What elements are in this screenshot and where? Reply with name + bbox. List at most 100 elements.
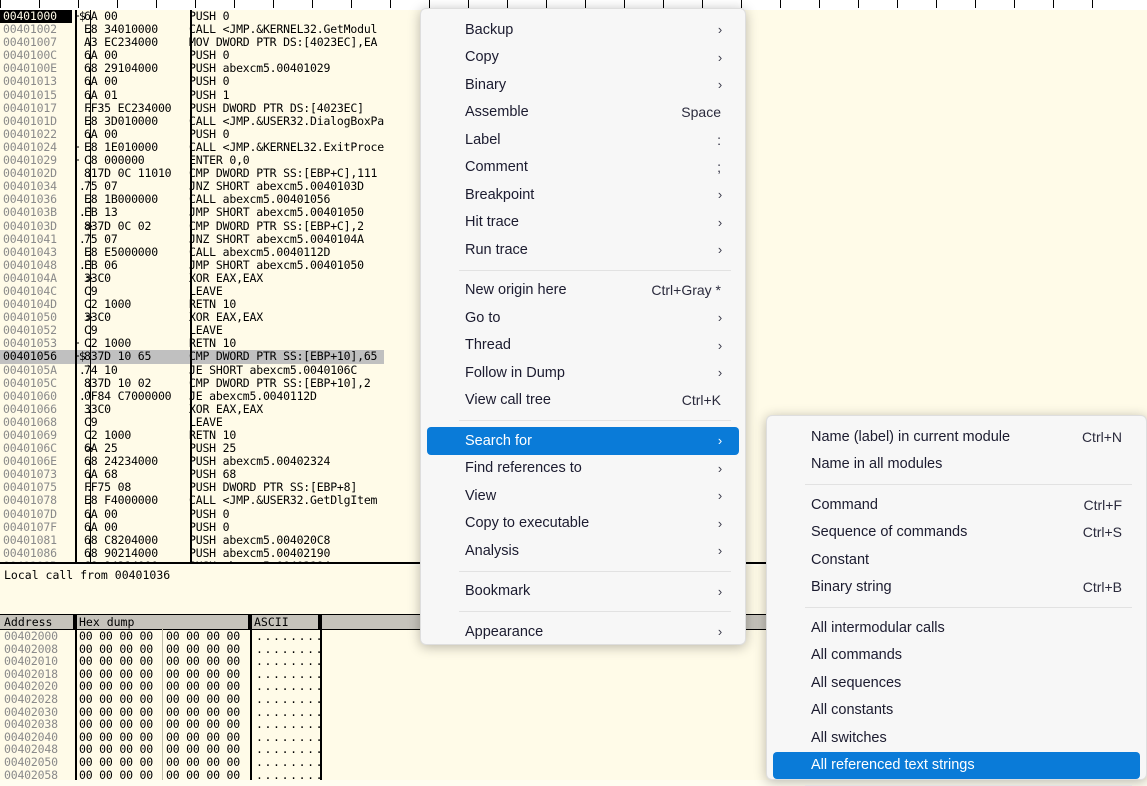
menu-item-binary[interactable]: Binary › xyxy=(427,71,739,99)
menu-item-appearance[interactable]: Appearance › xyxy=(427,618,739,646)
menu-item-all-commands[interactable]: All commands xyxy=(773,642,1140,670)
disassembly-opcode-bytes: 68 90214000 xyxy=(84,545,158,560)
disassembly-opcode-bytes: 837D 10 02 xyxy=(84,375,152,390)
disassembly-flow-marker: │ . xyxy=(72,87,93,102)
disassembly-address: 00401060 xyxy=(3,388,57,403)
toolbar-separator xyxy=(351,0,352,8)
menu-item-search-for[interactable]: Search for › xyxy=(427,427,739,455)
menu-item-assemble[interactable]: Assemble Space xyxy=(427,99,739,127)
disassembly-address: 0040101D xyxy=(3,113,57,128)
menu-item-sequence-of-commands[interactable]: Sequence of commands Ctrl+S xyxy=(773,519,1140,547)
dump-divider-1 xyxy=(75,614,77,780)
menu-item-new-origin-here[interactable]: New origin here Ctrl+Gray * xyxy=(427,277,739,305)
menu-item-all-referenced-text-strings[interactable]: All referenced text strings xyxy=(773,751,1140,779)
disassembly-flow-marker: │.ˇ xyxy=(72,257,93,272)
disassembly-opcode-bytes: 6A 00 xyxy=(84,74,118,89)
disassembly-opcode-bytes: 0F84 C7000000 xyxy=(84,388,172,403)
disassembly-instruction: JMP SHORT abexcm5.00401050 xyxy=(189,257,364,272)
toolbar-separator xyxy=(1053,0,1054,8)
menu-item-command[interactable]: Command Ctrl+F xyxy=(773,491,1140,519)
dump-hex-left: 00 00 00 00 xyxy=(79,754,153,769)
toolbar-separator xyxy=(858,0,859,8)
dump-ascii: ........ xyxy=(256,629,325,643)
menu-item-follow-in-dump[interactable]: Follow in Dump › xyxy=(427,359,739,387)
menu-item-view[interactable]: View › xyxy=(427,482,739,510)
disassembly-flow-marker: │ . xyxy=(72,401,93,416)
disassembly-address: 0040108B xyxy=(0,559,72,562)
dump-address: 00402028 xyxy=(4,691,58,706)
menu-item-all-constants[interactable]: All constants xyxy=(773,697,1140,725)
menu-item-comment[interactable]: Comment; xyxy=(427,154,739,182)
disassembly-address: 00401015 xyxy=(3,87,57,102)
menu-item-copy[interactable]: Copy › xyxy=(427,44,739,72)
menu-item-binary-string[interactable]: Binary string Ctrl+B xyxy=(773,574,1140,602)
dump-hex-right: 00 00 00 00 xyxy=(166,691,240,706)
disassembly-opcode-bytes: 6A 00 xyxy=(84,126,118,141)
disassembly-opcode-bytes: 33C0 xyxy=(84,310,111,325)
disasm-column-divider-3 xyxy=(190,10,192,562)
dump-ascii: ........ xyxy=(256,754,325,769)
menu-item-analysis[interactable]: Analysis › xyxy=(427,537,739,565)
chevron-right-icon: › xyxy=(717,365,723,381)
menu-item-go-to[interactable]: Go to › xyxy=(427,304,739,332)
chevron-right-icon: › xyxy=(717,22,723,38)
menu-item-all-intermodular-calls[interactable]: All intermodular calls xyxy=(773,614,1140,642)
disassembly-flow-marker: │ . xyxy=(72,74,93,89)
menu-item-thread[interactable]: Thread › xyxy=(427,332,739,360)
dump-header-hex[interactable]: Hex dump xyxy=(75,615,250,629)
disassembly-flow-marker: │ . xyxy=(72,519,93,534)
menu-item-backup[interactable]: Backup › xyxy=(427,16,739,44)
menu-item-all-switches[interactable]: All switches xyxy=(773,724,1140,752)
disassembly-flow-marker: │ . xyxy=(72,375,93,390)
menu-item-label: All intermodular calls xyxy=(811,619,945,636)
menu-item-constant[interactable]: Constant xyxy=(773,546,1140,574)
disassembly-address: 0040104A xyxy=(3,270,57,285)
search-for-submenu[interactable]: Name (label) in current module Ctrl+N Name… xyxy=(766,415,1147,786)
menu-item-hit-trace[interactable]: Hit trace › xyxy=(427,209,739,237)
dump-header-ascii[interactable]: ASCII xyxy=(250,615,320,629)
toolbar-separator xyxy=(546,0,547,8)
toolbar-separator xyxy=(663,0,664,8)
toolbar-separator xyxy=(1092,0,1093,8)
dump-header-address[interactable]: Address xyxy=(0,615,75,629)
toolbar-separator xyxy=(195,0,196,8)
menu-item-bookmark[interactable]: Bookmark › xyxy=(427,578,739,606)
disassembly-flow-marker: ┌$ xyxy=(72,349,86,364)
toolbar-separator xyxy=(468,0,469,8)
dump-ascii: ........ xyxy=(256,767,325,780)
menu-item-run-trace[interactable]: Run trace › xyxy=(427,236,739,264)
menu-item-view-call-tree[interactable]: View call tree Ctrl+K xyxy=(427,387,739,415)
disassembly-opcode-bytes: 68 C8204000 xyxy=(84,532,158,547)
disassembly-flow-marker: │.ˇ xyxy=(72,362,93,377)
disassembly-opcode-bytes: 6A 00 xyxy=(84,506,118,521)
disassembly-instruction: PUSH abexcm5.004020C8 xyxy=(189,532,331,547)
menu-item-label: All commands xyxy=(811,647,903,664)
menu-item-breakpoint[interactable]: Breakpoint › xyxy=(427,181,739,209)
disassembly-flow-marker: │ > xyxy=(72,218,93,233)
chevron-right-icon: › xyxy=(717,515,723,531)
toolbar-separator xyxy=(156,0,157,8)
dump-hex-left: 00 00 00 00 xyxy=(79,717,153,732)
menu-item-find-references-to[interactable]: Find references to › xyxy=(427,455,739,483)
menu-item-name-label-in-current-module[interactable]: Name (label) in current module Ctrl+N xyxy=(773,423,1140,451)
menu-item-name-in-all-modules[interactable]: Name in all modules xyxy=(773,451,1140,479)
menu-item-label[interactable]: Label: xyxy=(427,126,739,154)
disassembly-address: 00401066 xyxy=(3,401,57,416)
disassembly-instruction: PUSH DWORD PTR DS:[4023EC] xyxy=(189,100,364,115)
toolbar-separator xyxy=(117,0,118,8)
toolbar-separator xyxy=(936,0,937,8)
context-menu[interactable]: Backup › Copy › Binary › Assemble Space Label: Co… xyxy=(420,8,746,645)
menu-item-label: Copy to executable xyxy=(465,515,590,532)
disassembly-address: 00401078 xyxy=(3,493,57,508)
menu-item-all-sequences[interactable]: All sequences xyxy=(773,669,1140,697)
disassembly-address: 00401048 xyxy=(3,257,57,272)
disassembly-instruction: CMP DWORD PTR SS:[EBP+10],2 xyxy=(189,375,371,390)
disassembly-opcode-bytes: 33C0 xyxy=(84,270,111,285)
disassembly-address: 00401013 xyxy=(3,74,57,89)
dump-address: 00402058 xyxy=(4,767,58,780)
chevron-right-icon: › xyxy=(717,49,723,65)
menu-item-label: Run trace xyxy=(465,241,528,258)
menu-item-copy-to-executable[interactable]: Copy to executable › xyxy=(427,510,739,538)
menu-item-shortcut: : xyxy=(717,131,721,148)
menu-item-label: Label xyxy=(465,131,501,148)
